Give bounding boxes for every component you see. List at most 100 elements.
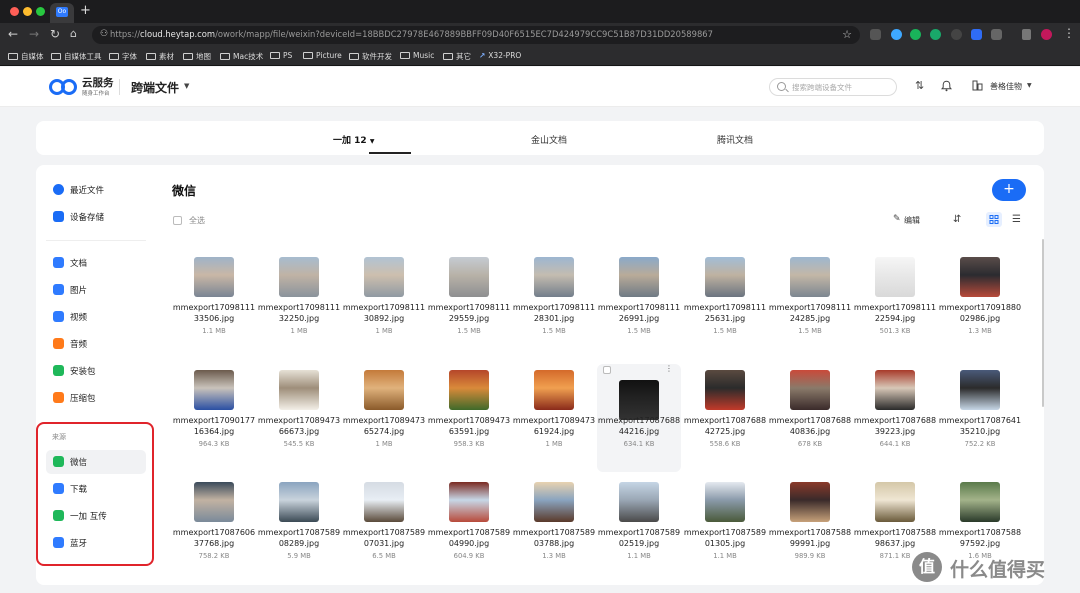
caret-down-icon[interactable]: ▼ xyxy=(1027,82,1032,89)
sidebar-item-wechat[interactable]: 微信 xyxy=(46,450,146,474)
file-item[interactable]: mmexport1708768840836.jpg 678 KB xyxy=(768,370,852,478)
file-thumbnail[interactable] xyxy=(619,257,659,297)
reload-icon[interactable]: ↻ xyxy=(50,27,60,41)
file-item[interactable]: mmexport1709811130892.jpg 1 MB xyxy=(342,257,426,365)
extension-icon[interactable] xyxy=(930,29,941,40)
sidebar-item-images[interactable]: 图片 xyxy=(46,278,146,302)
tab-device-oneplus[interactable]: 一加 12 ▼ xyxy=(333,133,374,146)
extensions-puzzle-icon[interactable] xyxy=(991,29,1002,40)
file-item[interactable]: mmexport1708758908289.jpg 5.9 MB xyxy=(257,482,341,585)
search-input[interactable]: 搜索跨端设备文件 xyxy=(769,78,897,96)
bookmark-folder[interactable]: Picture xyxy=(303,51,342,60)
bookmark-folder[interactable]: 其它 xyxy=(443,51,471,62)
sidebar-item-downloads[interactable]: 下载 xyxy=(46,477,146,501)
site-info-icon[interactable]: ⚇ xyxy=(100,29,108,39)
bell-icon[interactable] xyxy=(940,80,953,95)
file-item[interactable]: mmexport1709811129559.jpg 1.5 MB xyxy=(427,257,511,365)
file-thumbnail[interactable] xyxy=(449,482,489,522)
file-item[interactable]: mmexport1708758904990.jpg 604.9 KB xyxy=(427,482,511,585)
edit-button[interactable]: 编辑 xyxy=(904,215,920,226)
file-checkbox[interactable] xyxy=(603,366,611,374)
file-item[interactable]: mmexport1708947365274.jpg 1 MB xyxy=(342,370,426,478)
scrollbar[interactable] xyxy=(1042,239,1044,407)
file-item[interactable]: mmexport1708758899991.jpg 989.9 KB xyxy=(768,482,852,585)
file-item[interactable]: mmexport1708764135210.jpg 752.2 KB xyxy=(938,370,1022,478)
file-item[interactable]: mmexport1708768844216.jpg 634.1 KB ⋮ xyxy=(597,364,681,472)
file-thumbnail[interactable] xyxy=(875,370,915,410)
file-item[interactable]: mmexport1709811132250.jpg 1 MB xyxy=(257,257,341,365)
file-thumbnail[interactable] xyxy=(960,370,1000,410)
address-bar[interactable]: ⚇ https://cloud.heytap.com/owork/mapp/fi… xyxy=(92,26,860,44)
file-item[interactable]: mmexport1709017716364.jpg 964.3 KB xyxy=(172,370,256,478)
file-thumbnail[interactable] xyxy=(705,257,745,297)
select-all-checkbox[interactable] xyxy=(173,216,182,225)
file-item[interactable]: mmexport1709811133506.jpg 1.1 MB xyxy=(172,257,256,365)
extension-icon[interactable] xyxy=(910,29,921,40)
file-thumbnail[interactable] xyxy=(790,482,830,522)
extension-icon[interactable] xyxy=(951,29,962,40)
file-thumbnail[interactable] xyxy=(705,370,745,410)
tab-tencent-docs[interactable]: 腾讯文档 xyxy=(717,133,753,146)
bookmark-folder[interactable]: 自媒体 xyxy=(8,51,44,62)
zoom-window-button[interactable] xyxy=(36,7,45,16)
file-thumbnail[interactable] xyxy=(619,482,659,522)
side-panel-icon[interactable] xyxy=(1022,29,1031,40)
sidebar-item-apk[interactable]: 安装包 xyxy=(46,359,146,383)
file-item[interactable]: mmexport1708768839223.jpg 644.1 KB xyxy=(853,370,937,478)
bookmark-star-icon[interactable]: ☆ xyxy=(842,28,852,41)
file-thumbnail[interactable] xyxy=(534,257,574,297)
file-item[interactable]: mmexport1708760637768.jpg 758.2 KB xyxy=(172,482,256,585)
sidebar-item-documents[interactable]: 文档 xyxy=(46,251,146,275)
tab-kdocs[interactable]: 金山文档 xyxy=(531,133,567,146)
sidebar-item-oneplus-share[interactable]: 一加 互传 xyxy=(46,504,146,528)
bookmark-folder[interactable]: 素材 xyxy=(146,51,174,62)
file-thumbnail[interactable] xyxy=(364,482,404,522)
file-item[interactable]: mmexport1708758907031.jpg 6.5 MB xyxy=(342,482,426,585)
file-thumbnail[interactable] xyxy=(619,380,659,420)
file-item[interactable]: mmexport1709188002986.jpg 1.3 MB xyxy=(938,257,1022,365)
sidebar-item-device-storage[interactable]: 设备存储 xyxy=(46,205,146,229)
file-thumbnail[interactable] xyxy=(364,370,404,410)
file-thumbnail[interactable] xyxy=(449,257,489,297)
file-thumbnail[interactable] xyxy=(790,370,830,410)
file-thumbnail[interactable] xyxy=(705,482,745,522)
edit-icon[interactable]: ✎ xyxy=(893,214,901,225)
file-thumbnail[interactable] xyxy=(534,482,574,522)
cloud-logo-icon[interactable] xyxy=(48,78,78,96)
sidebar-item-audio[interactable]: 音频 xyxy=(46,332,146,356)
file-item[interactable]: mmexport1708768842725.jpg 558.6 KB xyxy=(683,370,767,478)
home-icon[interactable]: ⌂ xyxy=(70,27,77,41)
file-thumbnail[interactable] xyxy=(960,482,1000,522)
file-item[interactable]: mmexport1708758901305.jpg 1.1 MB xyxy=(683,482,767,585)
file-item[interactable]: mmexport1708947361924.jpg 1 MB xyxy=(512,370,596,478)
add-button[interactable]: + xyxy=(992,179,1026,201)
more-options-icon[interactable]: ⋮ xyxy=(665,364,673,373)
bookmark-folder[interactable]: 软件开发 xyxy=(349,51,392,62)
user-name[interactable]: 善格佳物 xyxy=(990,81,1022,92)
bookmark-folder[interactable]: 字体 xyxy=(109,51,137,62)
sidebar-item-recent[interactable]: 最近文件 xyxy=(46,178,146,202)
page-title[interactable]: 跨端文件 xyxy=(131,79,179,96)
grid-view-toggle[interactable] xyxy=(986,212,1002,227)
minimize-window-button[interactable] xyxy=(23,7,32,16)
new-tab-button[interactable]: + xyxy=(80,3,91,18)
list-view-icon[interactable]: ☰ xyxy=(1012,214,1021,225)
bookmark-folder[interactable]: PS xyxy=(270,51,292,60)
translate-icon[interactable] xyxy=(971,29,982,40)
sidebar-item-archives[interactable]: 压缩包 xyxy=(46,386,146,410)
file-thumbnail[interactable] xyxy=(279,257,319,297)
bookmark-folder[interactable]: Mac技术 xyxy=(220,51,263,62)
file-item[interactable]: mmexport1708758903788.jpg 1.3 MB xyxy=(512,482,596,585)
file-thumbnail[interactable] xyxy=(364,257,404,297)
back-arrow-icon[interactable]: ← xyxy=(8,27,18,41)
file-thumbnail[interactable] xyxy=(279,370,319,410)
file-item[interactable]: mmexport1709811126991.jpg 1.5 MB xyxy=(597,257,681,365)
file-thumbnail[interactable] xyxy=(960,257,1000,297)
user-org-icon[interactable] xyxy=(972,80,983,94)
select-all-label[interactable]: 全选 xyxy=(189,215,205,226)
file-thumbnail[interactable] xyxy=(449,370,489,410)
file-thumbnail[interactable] xyxy=(875,257,915,297)
file-thumbnail[interactable] xyxy=(875,482,915,522)
file-thumbnail[interactable] xyxy=(194,257,234,297)
file-thumbnail[interactable] xyxy=(534,370,574,410)
